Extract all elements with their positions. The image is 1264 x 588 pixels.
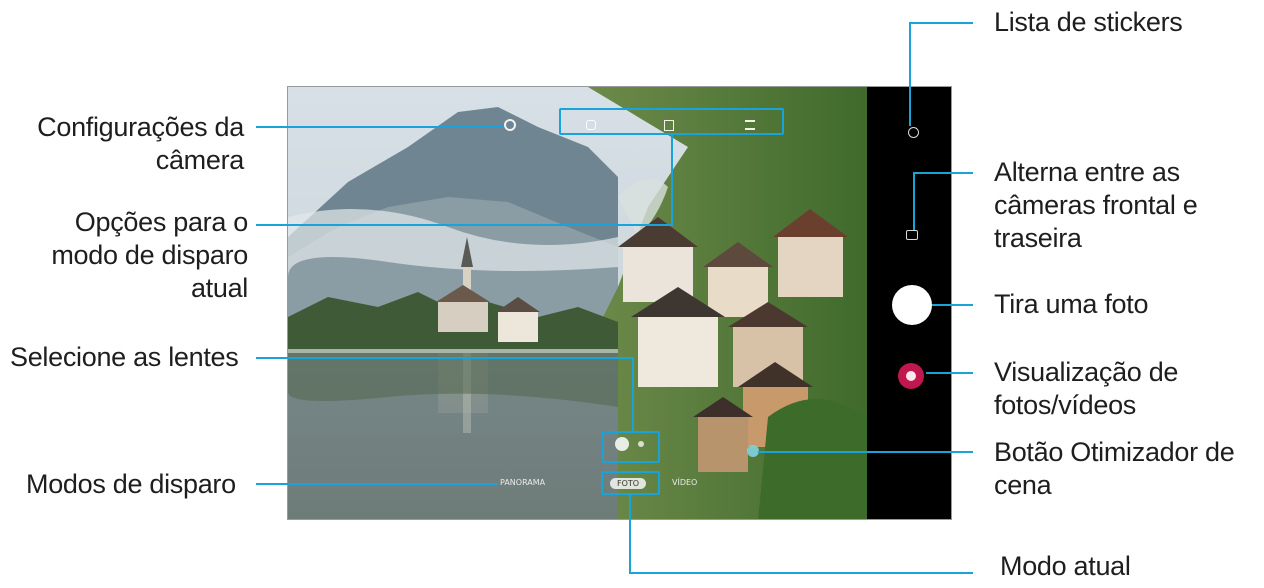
callout-take-photo-text: Tira uma foto xyxy=(994,289,1149,319)
options-highlight-box xyxy=(559,108,784,135)
callout-current-mode-text: Modo atual xyxy=(1000,551,1131,581)
leader-shooting-modes xyxy=(256,483,498,485)
callout-take-photo: Tira uma foto xyxy=(994,288,1148,321)
leader-sticker-list-v xyxy=(909,22,911,126)
shutter-button[interactable] xyxy=(892,285,932,325)
leader-sticker-list-h xyxy=(909,22,973,24)
leader-take-photo xyxy=(932,304,973,306)
leader-camera-settings xyxy=(256,126,504,128)
callout-scene-optimizer-line-1: Botão Otimizador de xyxy=(994,437,1235,467)
leader-shooting-options-h xyxy=(256,224,673,226)
callout-select-lens-text: Selecione as lentes xyxy=(10,342,239,372)
callout-camera-settings: Configurações da câmera xyxy=(37,111,244,177)
gear-icon[interactable] xyxy=(504,119,516,131)
flower-icon xyxy=(906,371,916,381)
camera-viewfinder[interactable] xyxy=(288,87,868,520)
callout-scene-optimizer: Botão Otimizador de cena xyxy=(994,436,1235,502)
switch-camera-icon[interactable] xyxy=(906,230,918,240)
mode-panorama[interactable]: PANORAMA xyxy=(500,478,545,487)
callout-preview-media-line-2: fotos/vídeos xyxy=(994,390,1136,420)
gallery-thumbnail[interactable] xyxy=(898,363,924,389)
callout-sticker-list: Lista de stickers xyxy=(994,6,1183,39)
leader-current-mode-h xyxy=(629,572,973,574)
callout-camera-settings-line-1: Configurações da xyxy=(37,112,244,142)
callout-shooting-modes: Modos de disparo xyxy=(26,468,236,501)
sticker-icon[interactable] xyxy=(908,127,919,138)
leader-preview-media xyxy=(926,372,973,374)
callout-scene-optimizer-line-2: cena xyxy=(994,470,1052,500)
leader-current-mode-v xyxy=(629,495,631,574)
callout-preview-media: Visualização de fotos/vídeos xyxy=(994,356,1178,422)
callout-shooting-options-line-2: modo de disparo xyxy=(51,240,248,270)
lens-highlight-box xyxy=(602,431,660,463)
callout-switch-cameras: Alterna entre as câmeras frontal e trase… xyxy=(994,156,1198,255)
callout-shooting-options: Opções para o modo de disparo atual xyxy=(51,206,248,305)
callout-current-mode: Modo atual xyxy=(1000,550,1131,583)
callout-camera-settings-line-2: câmera xyxy=(155,145,245,175)
mode-video[interactable]: VÍDEO xyxy=(672,478,697,487)
callout-sticker-list-text: Lista de stickers xyxy=(994,7,1183,37)
leader-select-lens-v xyxy=(632,357,634,431)
current-mode-highlight-box xyxy=(601,471,660,495)
leader-scene-optimizer xyxy=(758,451,973,453)
callout-shooting-options-line-1: Opções para o xyxy=(74,207,249,237)
leader-switch-cameras-v xyxy=(913,172,915,230)
leader-shooting-options-v xyxy=(671,135,673,225)
leader-select-lens-h xyxy=(256,357,634,359)
callout-shooting-modes-text: Modos de disparo xyxy=(26,469,236,499)
leader-switch-cameras-h xyxy=(913,172,973,174)
callout-shooting-options-line-3: atual xyxy=(190,273,248,303)
callout-switch-cameras-line-2: câmeras frontal e xyxy=(994,190,1198,220)
callout-select-lens: Selecione as lentes xyxy=(10,341,239,374)
callout-switch-cameras-line-1: Alterna entre as xyxy=(994,157,1180,187)
callout-switch-cameras-line-3: traseira xyxy=(994,223,1082,253)
callout-preview-media-line-1: Visualização de xyxy=(994,357,1179,387)
